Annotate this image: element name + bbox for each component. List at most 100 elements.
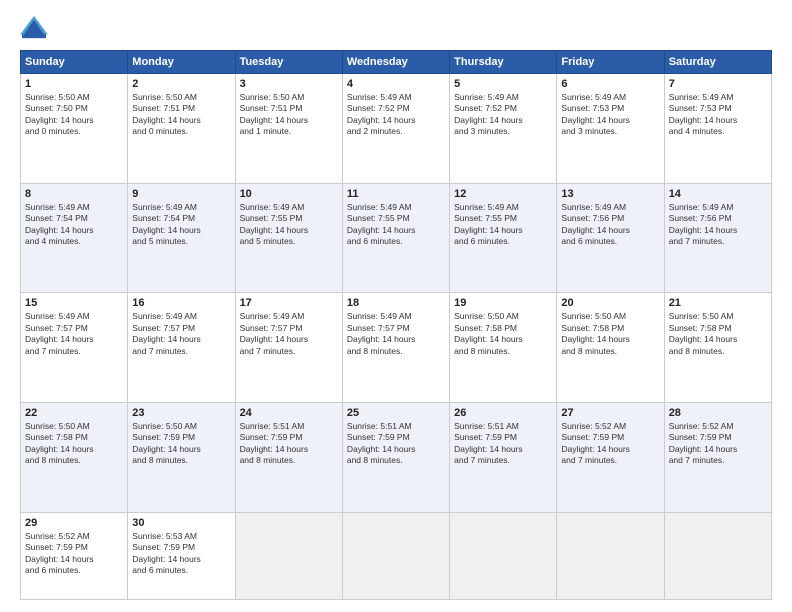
day-detail: Sunrise: 5:49 AMSunset: 7:55 PMDaylight:… (454, 202, 552, 248)
day-detail: Sunrise: 5:49 AMSunset: 7:52 PMDaylight:… (454, 92, 552, 138)
table-row: 21 Sunrise: 5:50 AMSunset: 7:58 PMDaylig… (664, 293, 771, 403)
table-row: 20 Sunrise: 5:50 AMSunset: 7:58 PMDaylig… (557, 293, 664, 403)
table-row: 4 Sunrise: 5:49 AMSunset: 7:52 PMDayligh… (342, 74, 449, 184)
day-detail: Sunrise: 5:52 AMSunset: 7:59 PMDaylight:… (561, 421, 659, 467)
col-header-monday: Monday (128, 51, 235, 74)
day-number: 14 (669, 188, 767, 200)
day-detail: Sunrise: 5:50 AMSunset: 7:58 PMDaylight:… (25, 421, 123, 467)
table-row: 17 Sunrise: 5:49 AMSunset: 7:57 PMDaylig… (235, 293, 342, 403)
day-number: 19 (454, 297, 552, 309)
table-row: 5 Sunrise: 5:49 AMSunset: 7:52 PMDayligh… (450, 74, 557, 184)
logo-icon (20, 16, 48, 40)
day-number: 27 (561, 407, 659, 419)
day-number: 17 (240, 297, 338, 309)
day-detail: Sunrise: 5:51 AMSunset: 7:59 PMDaylight:… (454, 421, 552, 467)
table-row: 19 Sunrise: 5:50 AMSunset: 7:58 PMDaylig… (450, 293, 557, 403)
table-row: 3 Sunrise: 5:50 AMSunset: 7:51 PMDayligh… (235, 74, 342, 184)
table-row (557, 512, 664, 599)
day-number: 21 (669, 297, 767, 309)
table-row: 27 Sunrise: 5:52 AMSunset: 7:59 PMDaylig… (557, 403, 664, 513)
table-row: 16 Sunrise: 5:49 AMSunset: 7:57 PMDaylig… (128, 293, 235, 403)
col-header-thursday: Thursday (450, 51, 557, 74)
table-row: 11 Sunrise: 5:49 AMSunset: 7:55 PMDaylig… (342, 183, 449, 293)
table-row: 23 Sunrise: 5:50 AMSunset: 7:59 PMDaylig… (128, 403, 235, 513)
table-row: 7 Sunrise: 5:49 AMSunset: 7:53 PMDayligh… (664, 74, 771, 184)
day-number: 4 (347, 78, 445, 90)
day-number: 16 (132, 297, 230, 309)
day-detail: Sunrise: 5:49 AMSunset: 7:54 PMDaylight:… (25, 202, 123, 248)
day-detail: Sunrise: 5:49 AMSunset: 7:56 PMDaylight:… (561, 202, 659, 248)
day-detail: Sunrise: 5:49 AMSunset: 7:53 PMDaylight:… (669, 92, 767, 138)
day-detail: Sunrise: 5:50 AMSunset: 7:50 PMDaylight:… (25, 92, 123, 138)
day-number: 13 (561, 188, 659, 200)
day-detail: Sunrise: 5:50 AMSunset: 7:58 PMDaylight:… (669, 311, 767, 357)
day-detail: Sunrise: 5:52 AMSunset: 7:59 PMDaylight:… (669, 421, 767, 467)
day-number: 5 (454, 78, 552, 90)
col-header-sunday: Sunday (21, 51, 128, 74)
day-detail: Sunrise: 5:49 AMSunset: 7:57 PMDaylight:… (347, 311, 445, 357)
day-number: 20 (561, 297, 659, 309)
day-detail: Sunrise: 5:49 AMSunset: 7:53 PMDaylight:… (561, 92, 659, 138)
page: SundayMondayTuesdayWednesdayThursdayFrid… (0, 0, 792, 612)
table-row: 25 Sunrise: 5:51 AMSunset: 7:59 PMDaylig… (342, 403, 449, 513)
day-detail: Sunrise: 5:51 AMSunset: 7:59 PMDaylight:… (347, 421, 445, 467)
table-row: 8 Sunrise: 5:49 AMSunset: 7:54 PMDayligh… (21, 183, 128, 293)
day-detail: Sunrise: 5:49 AMSunset: 7:52 PMDaylight:… (347, 92, 445, 138)
col-header-friday: Friday (557, 51, 664, 74)
day-number: 18 (347, 297, 445, 309)
calendar: SundayMondayTuesdayWednesdayThursdayFrid… (20, 50, 772, 600)
col-header-wednesday: Wednesday (342, 51, 449, 74)
table-row: 22 Sunrise: 5:50 AMSunset: 7:58 PMDaylig… (21, 403, 128, 513)
day-number: 6 (561, 78, 659, 90)
day-number: 25 (347, 407, 445, 419)
day-number: 15 (25, 297, 123, 309)
day-detail: Sunrise: 5:49 AMSunset: 7:55 PMDaylight:… (240, 202, 338, 248)
logo (20, 16, 52, 40)
table-row: 24 Sunrise: 5:51 AMSunset: 7:59 PMDaylig… (235, 403, 342, 513)
table-row: 13 Sunrise: 5:49 AMSunset: 7:56 PMDaylig… (557, 183, 664, 293)
day-detail: Sunrise: 5:49 AMSunset: 7:57 PMDaylight:… (132, 311, 230, 357)
table-row: 18 Sunrise: 5:49 AMSunset: 7:57 PMDaylig… (342, 293, 449, 403)
day-number: 11 (347, 188, 445, 200)
table-row: 10 Sunrise: 5:49 AMSunset: 7:55 PMDaylig… (235, 183, 342, 293)
table-row: 9 Sunrise: 5:49 AMSunset: 7:54 PMDayligh… (128, 183, 235, 293)
table-row: 14 Sunrise: 5:49 AMSunset: 7:56 PMDaylig… (664, 183, 771, 293)
table-row: 15 Sunrise: 5:49 AMSunset: 7:57 PMDaylig… (21, 293, 128, 403)
day-number: 10 (240, 188, 338, 200)
day-number: 28 (669, 407, 767, 419)
day-detail: Sunrise: 5:50 AMSunset: 7:59 PMDaylight:… (132, 421, 230, 467)
day-detail: Sunrise: 5:50 AMSunset: 7:58 PMDaylight:… (454, 311, 552, 357)
day-number: 9 (132, 188, 230, 200)
day-number: 30 (132, 517, 230, 529)
table-row: 1 Sunrise: 5:50 AMSunset: 7:50 PMDayligh… (21, 74, 128, 184)
day-number: 2 (132, 78, 230, 90)
day-detail: Sunrise: 5:49 AMSunset: 7:56 PMDaylight:… (669, 202, 767, 248)
table-row (450, 512, 557, 599)
table-row: 28 Sunrise: 5:52 AMSunset: 7:59 PMDaylig… (664, 403, 771, 513)
table-row (664, 512, 771, 599)
day-detail: Sunrise: 5:50 AMSunset: 7:51 PMDaylight:… (132, 92, 230, 138)
table-row: 29 Sunrise: 5:52 AMSunset: 7:59 PMDaylig… (21, 512, 128, 599)
day-number: 8 (25, 188, 123, 200)
day-number: 7 (669, 78, 767, 90)
table-row (235, 512, 342, 599)
day-detail: Sunrise: 5:50 AMSunset: 7:51 PMDaylight:… (240, 92, 338, 138)
day-detail: Sunrise: 5:50 AMSunset: 7:58 PMDaylight:… (561, 311, 659, 357)
table-row: 26 Sunrise: 5:51 AMSunset: 7:59 PMDaylig… (450, 403, 557, 513)
table-row: 30 Sunrise: 5:53 AMSunset: 7:59 PMDaylig… (128, 512, 235, 599)
day-number: 29 (25, 517, 123, 529)
day-number: 3 (240, 78, 338, 90)
table-row: 6 Sunrise: 5:49 AMSunset: 7:53 PMDayligh… (557, 74, 664, 184)
col-header-saturday: Saturday (664, 51, 771, 74)
day-detail: Sunrise: 5:49 AMSunset: 7:57 PMDaylight:… (25, 311, 123, 357)
day-number: 23 (132, 407, 230, 419)
day-detail: Sunrise: 5:52 AMSunset: 7:59 PMDaylight:… (25, 531, 123, 577)
day-number: 1 (25, 78, 123, 90)
day-detail: Sunrise: 5:49 AMSunset: 7:54 PMDaylight:… (132, 202, 230, 248)
day-number: 12 (454, 188, 552, 200)
day-detail: Sunrise: 5:49 AMSunset: 7:57 PMDaylight:… (240, 311, 338, 357)
col-header-tuesday: Tuesday (235, 51, 342, 74)
header (20, 16, 772, 40)
day-detail: Sunrise: 5:49 AMSunset: 7:55 PMDaylight:… (347, 202, 445, 248)
table-row: 2 Sunrise: 5:50 AMSunset: 7:51 PMDayligh… (128, 74, 235, 184)
